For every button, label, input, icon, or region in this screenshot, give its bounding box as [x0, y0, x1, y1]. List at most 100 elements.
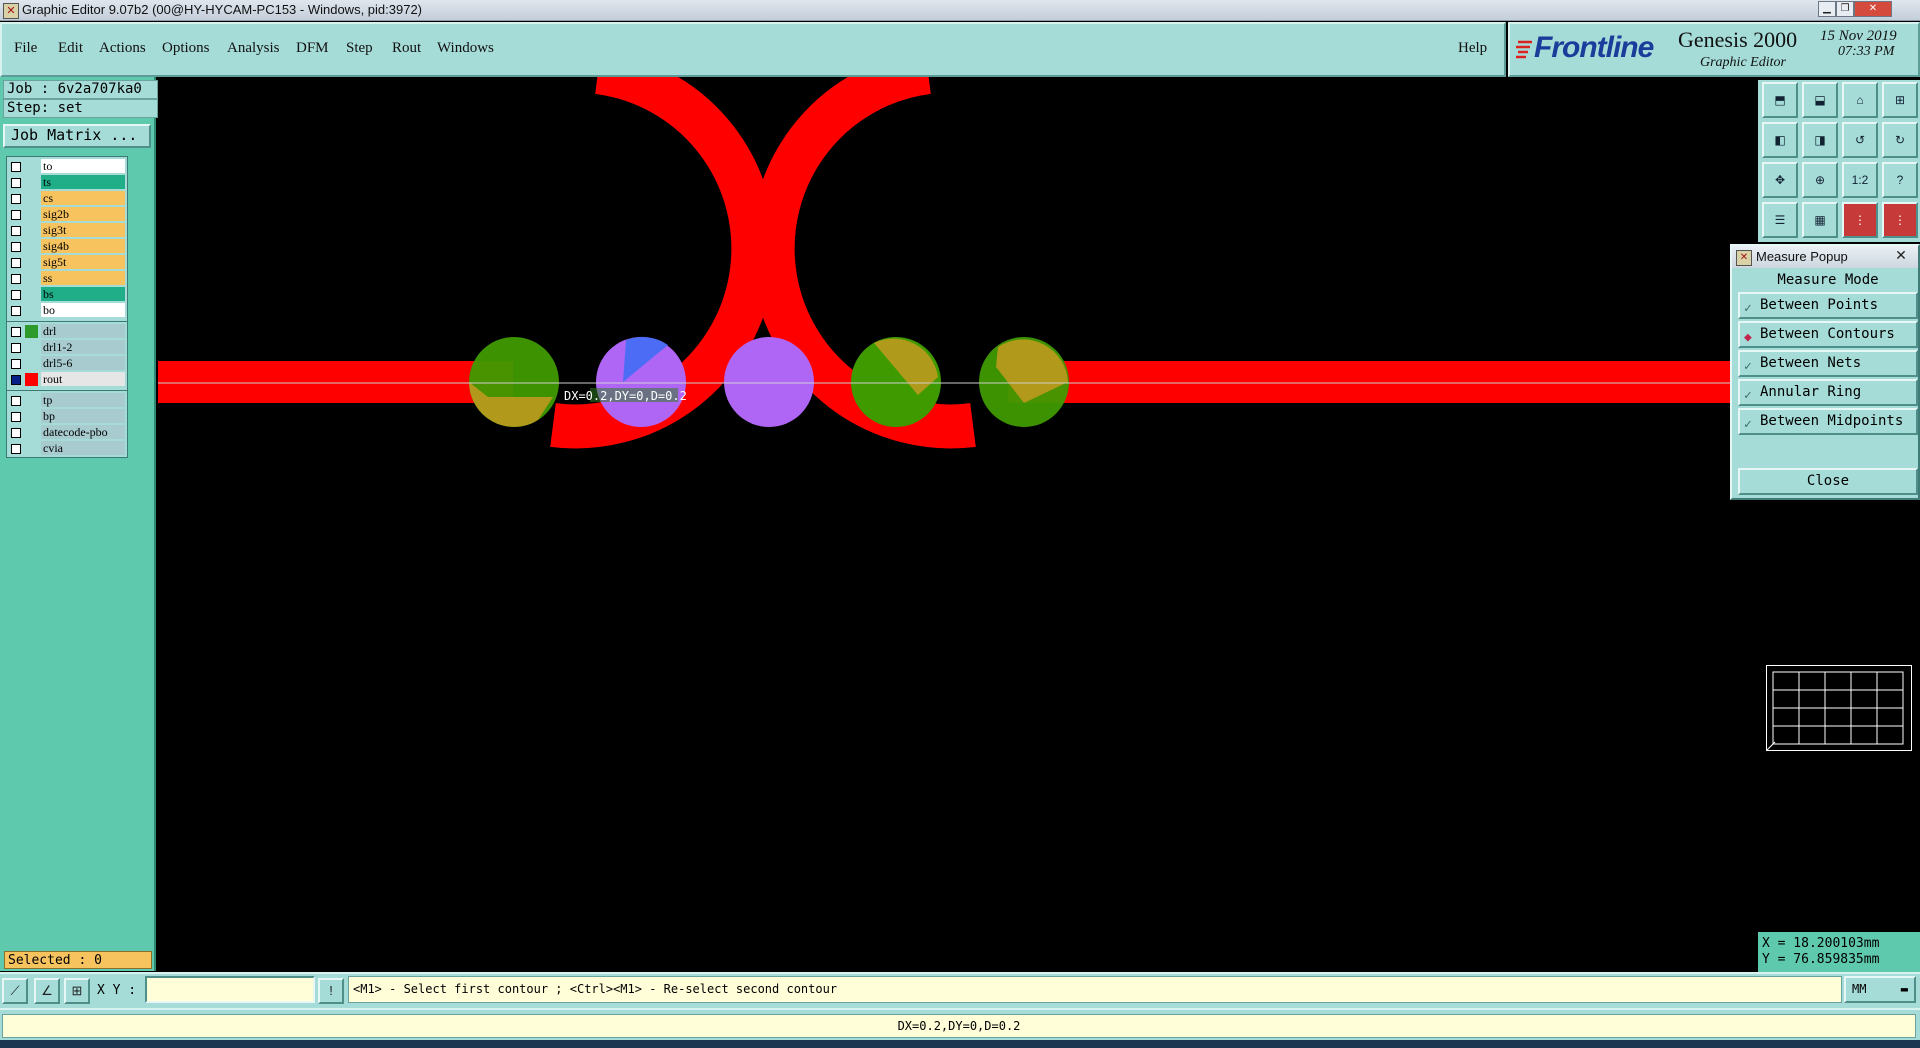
- layer-name[interactable]: cs: [41, 191, 125, 205]
- draw-line-icon[interactable]: ⟋: [2, 978, 28, 1004]
- menu-options[interactable]: Options: [162, 40, 210, 57]
- layer-name[interactable]: drl5-6: [41, 356, 125, 370]
- layer-row-sig5t[interactable]: sig5t: [7, 255, 127, 270]
- layer-row-sig3t[interactable]: sig3t: [7, 223, 127, 238]
- layer-name[interactable]: sig2b: [41, 207, 125, 221]
- option-between-midpoints[interactable]: ✓ Between Midpoints: [1738, 408, 1918, 435]
- tool-home-icon[interactable]: ⌂: [1842, 82, 1878, 118]
- menu-rout[interactable]: Rout: [392, 40, 421, 57]
- layer-row-to[interactable]: to: [7, 159, 127, 174]
- overview-map[interactable]: [1766, 665, 1912, 751]
- layer-checkbox[interactable]: [11, 178, 21, 188]
- layer-checkbox[interactable]: [11, 242, 21, 252]
- units-select[interactable]: MM ▬: [1844, 976, 1916, 1003]
- layer-row-bs[interactable]: bs: [7, 287, 127, 302]
- option-between-nets[interactable]: ✓ Between Nets: [1738, 350, 1918, 377]
- layer-row-cs[interactable]: cs: [7, 191, 127, 206]
- graphic-canvas[interactable]: DX=0.2,DY=0,D=0.2: [158, 50, 1758, 971]
- layer-row-drl1-2[interactable]: drl1-2: [7, 340, 127, 355]
- layer-name[interactable]: ss: [41, 271, 125, 285]
- layer-name[interactable]: drl1-2: [41, 340, 125, 354]
- tool-pan-left-icon[interactable]: ◧: [1762, 122, 1798, 158]
- layer-name[interactable]: bp: [41, 409, 125, 423]
- tool-scale-button[interactable]: 1:2: [1842, 162, 1878, 198]
- layer-checkbox[interactable]: [11, 274, 21, 284]
- tool-open-icon[interactable]: ⬒: [1762, 82, 1798, 118]
- info-icon[interactable]: !: [318, 978, 344, 1004]
- layer-name[interactable]: tp: [41, 393, 125, 407]
- layer-row-datecode-pbo[interactable]: datecode-pbo: [7, 425, 127, 440]
- layer-name[interactable]: to: [41, 159, 125, 173]
- menu-windows[interactable]: Windows: [437, 40, 494, 57]
- draw-angle-icon[interactable]: ∠: [34, 978, 60, 1004]
- layer-row-drl5-6[interactable]: drl5-6: [7, 356, 127, 371]
- layer-name[interactable]: drl: [41, 324, 125, 338]
- option-annular-ring[interactable]: ✓ Annular Ring: [1738, 379, 1918, 406]
- layer-checkbox[interactable]: [11, 327, 21, 337]
- layer-color-swatch[interactable]: [25, 325, 38, 338]
- layer-row-bo[interactable]: bo: [7, 303, 127, 318]
- layer-name[interactable]: datecode-pbo: [41, 425, 125, 439]
- layer-checkbox[interactable]: [11, 306, 21, 316]
- layer-name[interactable]: ts: [41, 175, 125, 189]
- layer-name[interactable]: cvia: [41, 441, 125, 455]
- layer-name[interactable]: rout: [41, 372, 125, 386]
- layer-name[interactable]: bs: [41, 287, 125, 301]
- menu-dfm[interactable]: DFM: [296, 40, 329, 57]
- layer-row-cvia[interactable]: cvia: [7, 441, 127, 456]
- menu-analysis[interactable]: Analysis: [227, 40, 280, 57]
- maximize-button[interactable]: ❐: [1836, 1, 1854, 17]
- tool-pan-right-icon[interactable]: ◨: [1802, 122, 1838, 158]
- layer-checkbox[interactable]: [11, 162, 21, 172]
- layer-color-swatch[interactable]: [25, 373, 38, 386]
- layer-checkbox[interactable]: [11, 343, 21, 353]
- tool-help-button[interactable]: ?: [1882, 162, 1918, 198]
- layer-checkbox[interactable]: [11, 258, 21, 268]
- layer-row-sig4b[interactable]: sig4b: [7, 239, 127, 254]
- tool-save-icon[interactable]: ⬓: [1802, 82, 1838, 118]
- tool-zoom-fit-icon[interactable]: ✥: [1762, 162, 1798, 198]
- layer-checkbox[interactable]: [11, 290, 21, 300]
- layer-row-ts[interactable]: ts: [7, 175, 127, 190]
- close-window-button[interactable]: ✕: [1854, 1, 1892, 17]
- layer-checkbox[interactable]: [11, 428, 21, 438]
- layer-row-tp[interactable]: tp: [7, 393, 127, 408]
- tool-display-icon[interactable]: ⋮: [1842, 202, 1878, 238]
- tool-redo-icon[interactable]: ↻: [1882, 122, 1918, 158]
- layer-row-rout[interactable]: rout: [7, 372, 127, 387]
- xy-input[interactable]: [145, 976, 315, 1003]
- layer-name[interactable]: bo: [41, 303, 125, 317]
- menu-step[interactable]: Step: [346, 40, 373, 57]
- tool-layers-icon[interactable]: ☰: [1762, 202, 1798, 238]
- layer-name[interactable]: sig3t: [41, 223, 125, 237]
- menu-edit[interactable]: Edit: [58, 40, 83, 57]
- layer-checkbox[interactable]: [11, 226, 21, 236]
- tool-undo-icon[interactable]: ↺: [1842, 122, 1878, 158]
- menu-file[interactable]: File: [14, 40, 37, 57]
- tool-highlight-icon[interactable]: ⋮: [1882, 202, 1918, 238]
- tool-snap-grid-icon[interactable]: ▦: [1802, 202, 1838, 238]
- layer-checkbox[interactable]: [11, 359, 21, 369]
- layer-checkbox[interactable]: [11, 444, 21, 454]
- layer-checkbox[interactable]: [11, 210, 21, 220]
- tool-grid-icon[interactable]: ⊞: [1882, 82, 1918, 118]
- layer-row-bp[interactable]: bp: [7, 409, 127, 424]
- layer-checkbox[interactable]: [11, 412, 21, 422]
- layer-name[interactable]: sig4b: [41, 239, 125, 253]
- layer-checkbox[interactable]: [11, 194, 21, 204]
- menu-actions[interactable]: Actions: [99, 40, 146, 57]
- layer-name[interactable]: sig5t: [41, 255, 125, 269]
- popup-close-icon[interactable]: ✕: [1886, 246, 1916, 264]
- layer-row-ss[interactable]: ss: [7, 271, 127, 286]
- job-matrix-button[interactable]: Job Matrix ...: [3, 124, 151, 148]
- option-between-points[interactable]: ✓ Between Points: [1738, 292, 1918, 319]
- layer-checkbox[interactable]: [11, 396, 21, 406]
- layer-checkbox[interactable]: [11, 375, 21, 385]
- minimize-button[interactable]: ▁: [1818, 1, 1836, 17]
- tool-zoom-in-icon[interactable]: ⊕: [1802, 162, 1838, 198]
- snap-icon[interactable]: ⊞: [64, 978, 90, 1004]
- layer-row-sig2b[interactable]: sig2b: [7, 207, 127, 222]
- option-between-contours[interactable]: ◆ Between Contours: [1738, 321, 1918, 348]
- menu-help[interactable]: Help: [1458, 40, 1487, 57]
- close-button[interactable]: Close: [1738, 468, 1918, 495]
